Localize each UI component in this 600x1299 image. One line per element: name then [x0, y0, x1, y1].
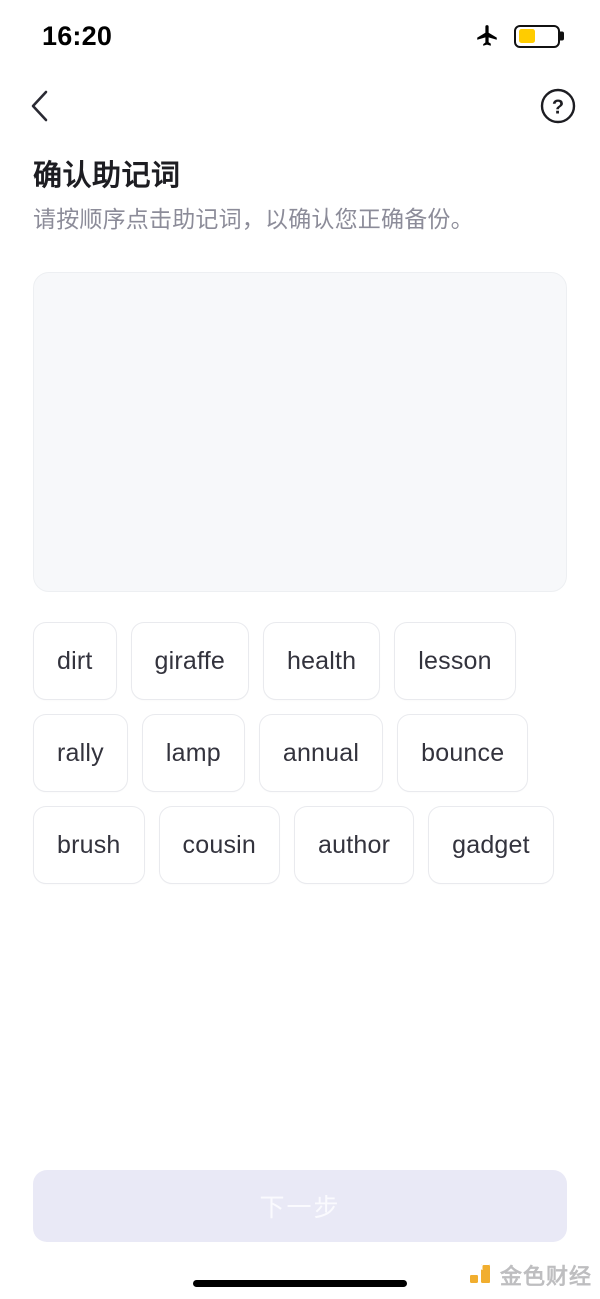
word-bank: dirt giraffe health lesson rally lamp annual bo… [33, 622, 567, 884]
word-chip[interactable]: lamp [141, 714, 245, 792]
home-indicator [193, 1280, 407, 1287]
watermark: 金色财经 [468, 1259, 592, 1291]
word-chip[interactable]: lesson [394, 622, 516, 700]
status-bar-time: 16:20 [42, 20, 113, 51]
word-chip[interactable]: annual [258, 714, 384, 792]
status-bar: 16:20 [0, 0, 600, 72]
word-chip[interactable]: author [294, 806, 415, 884]
word-chip[interactable]: health [262, 622, 381, 700]
back-button[interactable] [16, 82, 64, 130]
phone-screen: 16:20 ? 确认助记词 请按顺序点击助记词，以确认您正确备份。 dirt g… [0, 0, 600, 1299]
word-chip[interactable]: rally [33, 714, 128, 792]
next-button[interactable]: 下一步 [33, 1170, 567, 1242]
word-chip[interactable]: giraffe [130, 622, 249, 700]
airplane-mode-icon [477, 25, 497, 46]
word-chip[interactable]: dirt [33, 622, 117, 700]
word-chip[interactable]: gadget [428, 806, 554, 884]
page-title: 确认助记词 [33, 160, 181, 192]
chevron-left-icon [31, 90, 48, 122]
help-button[interactable]: ? [534, 82, 582, 130]
page-subtitle: 请按顺序点击助记词，以确认您正确备份。 [33, 206, 474, 233]
watermark-text: 金色财经 [499, 1264, 592, 1289]
jinse-logo-icon [469, 1264, 490, 1283]
word-chip[interactable]: bounce [397, 714, 529, 792]
status-bar-indicators [474, 23, 560, 49]
word-chip[interactable]: brush [33, 806, 145, 884]
svg-text:?: ? [552, 97, 564, 119]
battery-fill [518, 29, 536, 43]
battery-icon [514, 24, 560, 48]
page-heading: 确认助记词 请按顺序点击助记词，以确认您正确备份。 [33, 158, 567, 235]
navigation-bar: ? [0, 72, 600, 140]
question-mark-circle-icon: ? [540, 88, 576, 124]
word-chip[interactable]: cousin [158, 806, 281, 884]
selected-words-dropzone[interactable] [33, 272, 567, 592]
